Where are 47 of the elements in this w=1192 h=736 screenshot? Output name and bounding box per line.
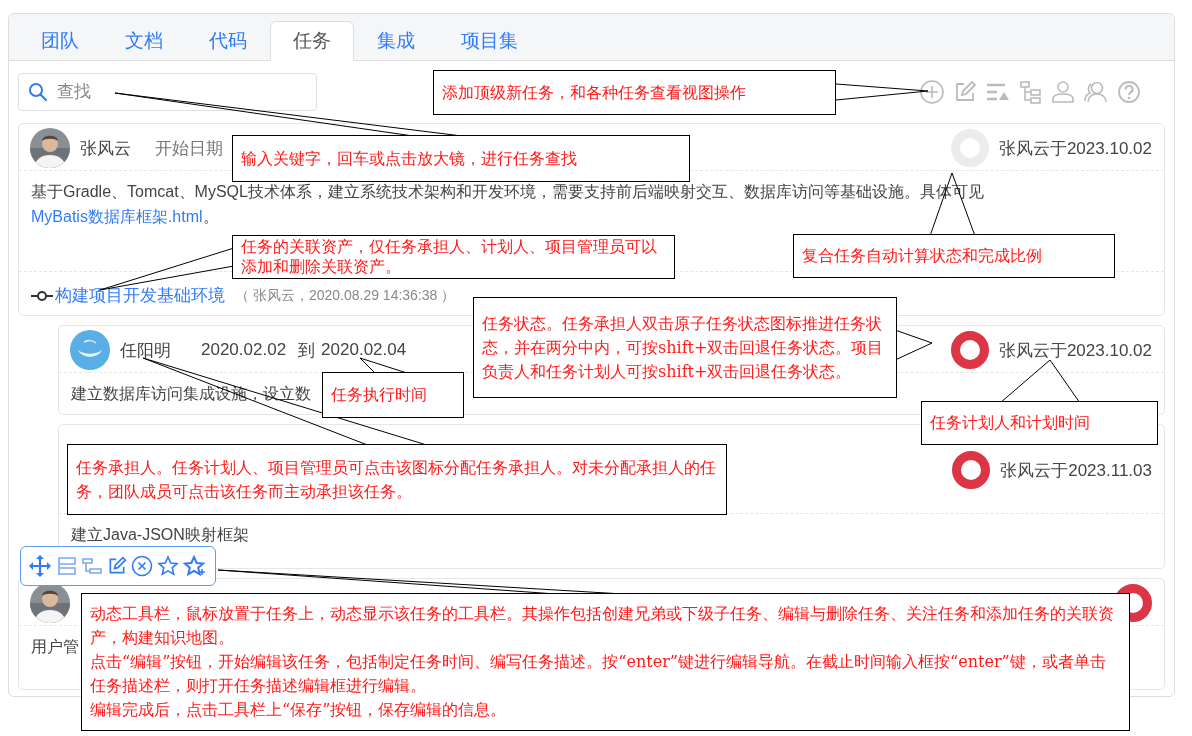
- delete-icon[interactable]: [131, 555, 153, 577]
- tooltip-text: 任务承担人。任务计划人、项目管理员可点击该图标分配任务承担人。对未分配承担人的任务，团队成员可点击该任务而主动承担该任务。: [76, 456, 717, 503]
- asset-meta: （ 张风云，2020.08.29 14:36:38 ）: [235, 286, 456, 305]
- end-date[interactable]: 2020.02.04: [321, 340, 407, 360]
- user-icon[interactable]: [1051, 79, 1075, 104]
- tree-icon[interactable]: [1019, 79, 1043, 104]
- tab[interactable]: 代码: [186, 21, 270, 61]
- task-description[interactable]: 建立Java-JSON映射框架: [71, 524, 249, 546]
- assignee-name[interactable]: 张风云: [80, 136, 131, 160]
- planner-text: 张风云于2023.11.03: [1000, 459, 1152, 482]
- asset-link[interactable]: 构建项目开发基础环境: [55, 284, 225, 307]
- tooltip-text: 任务的关联资产，仅任务承担人、计划人、项目管理员可以添加和删除关联资产。: [241, 237, 658, 277]
- move-icon[interactable]: [29, 555, 51, 577]
- assignee-name[interactable]: 任阳明: [120, 338, 171, 362]
- star-icon[interactable]: [157, 555, 179, 577]
- tooltip-text: 任务执行时间: [331, 384, 428, 406]
- tab[interactable]: 集成: [354, 21, 438, 61]
- help-icon[interactable]: [1117, 79, 1141, 104]
- edit-icon[interactable]: [953, 79, 977, 104]
- search-icon[interactable]: [28, 81, 48, 102]
- tab[interactable]: 文档: [102, 21, 186, 61]
- task-description[interactable]: 用户管: [31, 634, 79, 659]
- start-date[interactable]: 2020.02.02: [201, 340, 287, 360]
- date-separator: 到: [298, 339, 316, 362]
- planner-text: 张风云于2023.10.02: [998, 137, 1152, 160]
- file-link[interactable]: MyBatis数据库框架.html: [31, 208, 203, 225]
- avatar-icon[interactable]: [70, 330, 110, 370]
- star-plus-icon[interactable]: [183, 555, 205, 577]
- edit-icon[interactable]: [107, 556, 127, 576]
- tooltip-text: 编辑完成后，点击工具栏上“保存”按钮，保存编辑的信息。: [90, 699, 508, 721]
- start-date-label[interactable]: 开始日期: [155, 136, 223, 160]
- add-circle-icon[interactable]: [919, 78, 945, 105]
- tab[interactable]: 团队: [18, 21, 102, 61]
- add-sibling-icon[interactable]: [55, 555, 77, 577]
- search-field[interactable]: 查找: [18, 72, 317, 111]
- planner-text: 张风云于2023.10.02: [998, 339, 1152, 362]
- add-child-icon[interactable]: [81, 555, 103, 577]
- tab[interactable]: 任务: [270, 21, 354, 61]
- tooltip-text: 动态工具栏，鼠标放置于任务上，动态显示该任务的工具栏。其操作包括创建兄弟或下级子任务、编辑与删除任务、关注任务和添加任务的关联资产，构建知识地图。: [90, 603, 1115, 649]
- commit-icon: [31, 289, 53, 302]
- tooltip-text: 复合任务自动计算状态和完成比例: [802, 245, 1043, 267]
- status-ring-icon[interactable]: [950, 331, 989, 369]
- tooltip-text: 添加顶级新任务，和各种任务查看视图操作: [442, 81, 747, 104]
- users-icon[interactable]: [1083, 79, 1109, 104]
- tab[interactable]: 项目集: [438, 21, 541, 61]
- tooltip-text: 点击“编辑”按钮，开始编辑该任务，包括制定任务时间、编写任务描述。按“enter”键进行编辑导航。在截止时间输入框按“enter”键，或者单击任务描述栏，则打开任务描述编辑框进行编辑。: [90, 651, 1107, 697]
- tooltip-text: 输入关键字，回车或点击放大镜，进行任务查找: [241, 147, 578, 170]
